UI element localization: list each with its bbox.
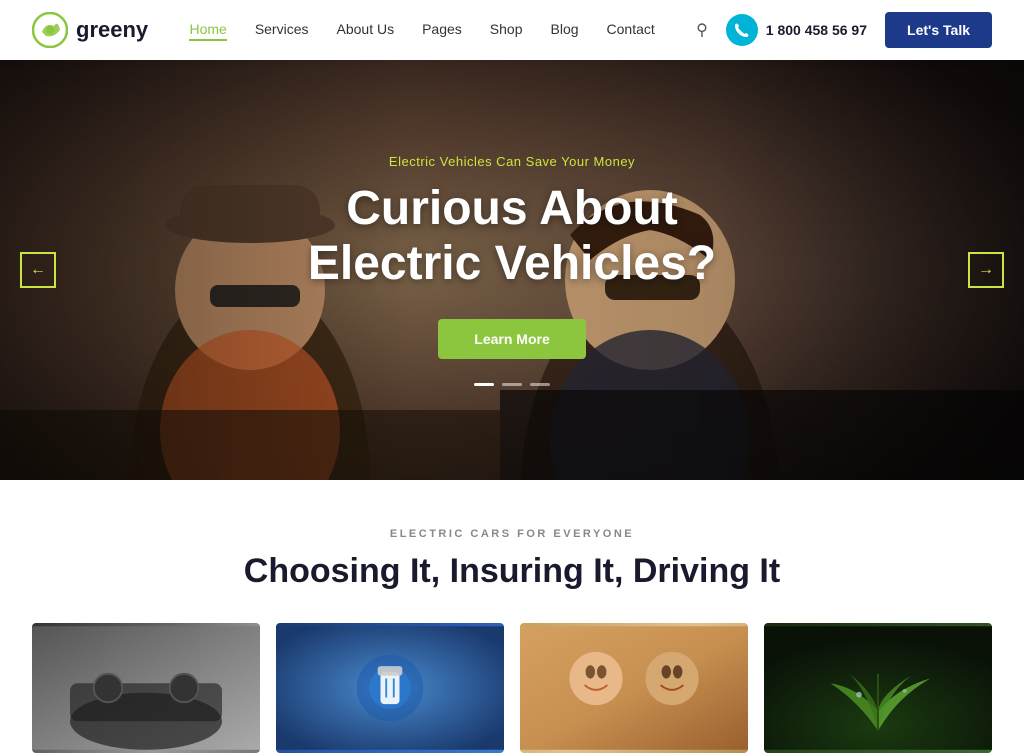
card-2[interactable] xyxy=(276,623,504,753)
phone-badge-icon xyxy=(726,14,758,46)
nav-item-contact[interactable]: Contact xyxy=(607,21,655,39)
card-4[interactable] xyxy=(764,623,992,753)
hero-dot-3[interactable] xyxy=(530,383,550,386)
phone-area: 1 800 458 56 97 xyxy=(726,14,867,46)
car-dashboard-image xyxy=(32,623,260,753)
nav-item-services[interactable]: Services xyxy=(255,21,309,39)
nav-links: Home Services About Us Pages Shop Blog C… xyxy=(189,21,654,39)
nav-link-contact[interactable]: Contact xyxy=(607,21,655,37)
phone-number: 1 800 458 56 97 xyxy=(766,22,867,38)
hero-dots xyxy=(474,383,550,386)
people-car-image xyxy=(520,623,748,753)
search-icon[interactable]: ⚲ xyxy=(696,20,708,40)
card-2-image xyxy=(276,623,504,753)
nav-item-shop[interactable]: Shop xyxy=(490,21,523,39)
nav-link-services[interactable]: Services xyxy=(255,21,309,37)
green-plant-image xyxy=(764,623,992,753)
nav-link-blog[interactable]: Blog xyxy=(551,21,579,37)
hero-title-line1: Curious About xyxy=(346,182,678,235)
logo-text: greeny xyxy=(76,17,148,43)
nav-right: ⚲ 1 800 458 56 97 Let's Talk xyxy=(696,12,992,48)
nav-link-about[interactable]: About Us xyxy=(337,21,395,37)
card-1[interactable] xyxy=(32,623,260,753)
hero-prev-button[interactable]: ← xyxy=(20,252,56,288)
card-3[interactable] xyxy=(520,623,748,753)
cards-section: ELECTRIC CARS FOR EVERYONE Choosing It, … xyxy=(0,480,1024,753)
navbar: greeny Home Services About Us Pages Shop… xyxy=(0,0,1024,60)
cards-row xyxy=(32,623,992,753)
nav-item-about[interactable]: About Us xyxy=(337,21,395,39)
hero-title: Curious About Electric Vehicles? xyxy=(308,181,716,291)
card-3-image xyxy=(520,623,748,753)
hero-next-button[interactable]: → xyxy=(968,252,1004,288)
nav-link-shop[interactable]: Shop xyxy=(490,21,523,37)
hero-title-line2: Electric Vehicles? xyxy=(308,237,716,290)
section-label: ELECTRIC CARS FOR EVERYONE xyxy=(32,528,992,540)
section-title: Choosing It, Insuring It, Driving It xyxy=(32,552,992,591)
nav-item-home[interactable]: Home xyxy=(189,21,226,39)
lets-talk-button[interactable]: Let's Talk xyxy=(885,12,992,48)
hero-content: Electric Vehicles Can Save Your Money Cu… xyxy=(0,60,1024,480)
logo-area[interactable]: greeny xyxy=(32,12,148,48)
phone-icon xyxy=(734,22,750,38)
card-4-image xyxy=(764,623,992,753)
hero-learn-more-button[interactable]: Learn More xyxy=(438,319,585,359)
greeny-logo-icon xyxy=(32,12,68,48)
hero-dot-1[interactable] xyxy=(474,383,494,386)
nav-link-home[interactable]: Home xyxy=(189,21,226,41)
hero-subtitle: Electric Vehicles Can Save Your Money xyxy=(389,154,635,169)
card-1-image xyxy=(32,623,260,753)
ev-charger-image xyxy=(276,623,504,753)
hero-dot-2[interactable] xyxy=(502,383,522,386)
nav-item-pages[interactable]: Pages xyxy=(422,21,462,39)
nav-item-blog[interactable]: Blog xyxy=(551,21,579,39)
hero-section: ← Electric Vehicles Can Save Your Money … xyxy=(0,60,1024,480)
nav-link-pages[interactable]: Pages xyxy=(422,21,462,37)
